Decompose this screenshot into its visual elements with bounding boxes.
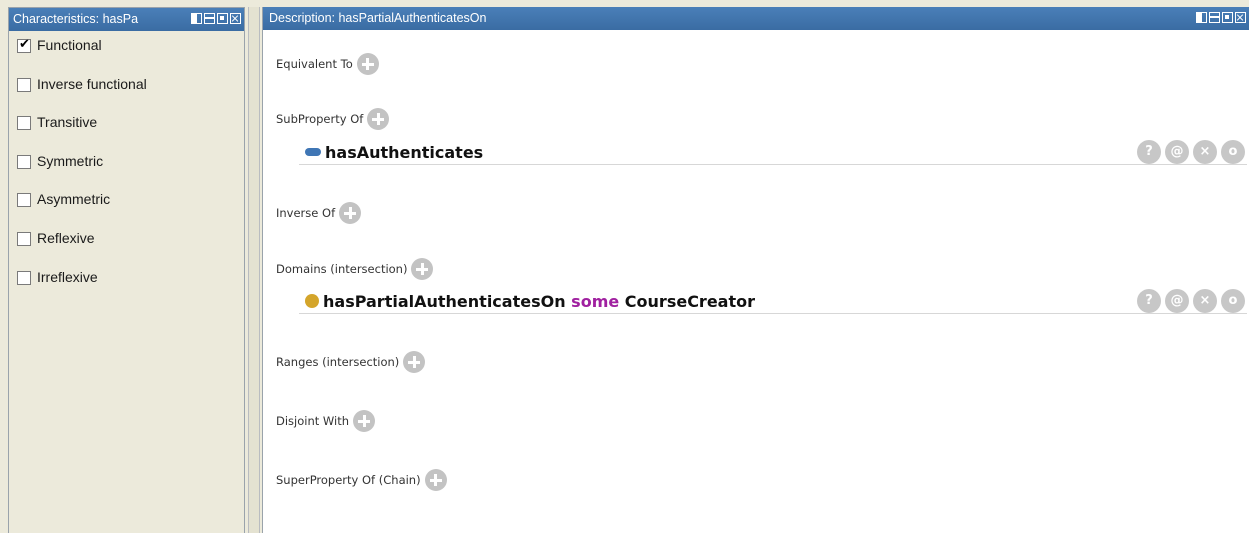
entry-text: hasAuthenticates <box>325 142 484 162</box>
annotate-button[interactable]: @ <box>1165 140 1189 164</box>
delete-button[interactable]: × <box>1193 289 1217 313</box>
section-label: SuperProperty Of (Chain) <box>276 473 421 487</box>
reflexive-checkbox[interactable] <box>17 231 31 246</box>
add-inverse-button[interactable] <box>339 202 362 224</box>
add-equivalent-button[interactable] <box>356 53 379 75</box>
entry-buttons: ? @ × o <box>1137 289 1245 313</box>
characteristics-panel: Characteristics: hasPa Functional Invers… <box>8 7 245 533</box>
explain-button[interactable]: ? <box>1137 140 1161 164</box>
characteristic-transitive[interactable]: Transitive <box>9 114 244 153</box>
description-titlebar: Description: hasPartialAuthenticatesOn <box>263 7 1249 30</box>
characteristic-label: Inverse functional <box>37 75 147 92</box>
section-domains: Domains (intersection) <box>276 258 434 280</box>
characteristics-title: Characteristics: hasPa <box>13 12 139 26</box>
annotate-button[interactable]: @ <box>1165 289 1189 313</box>
irreflexive-checkbox[interactable] <box>17 270 31 285</box>
symmetric-checkbox[interactable] <box>17 154 31 169</box>
domain-entry[interactable]: hasPartialAuthenticatesOn some CourseCre… <box>299 289 1247 314</box>
class-expression-icon <box>305 294 319 308</box>
section-disjoint-with: Disjoint With <box>276 410 376 432</box>
characteristic-label: Reflexive <box>37 229 95 246</box>
characteristic-label: Asymmetric <box>37 191 111 208</box>
section-label: Domains (intersection) <box>276 262 408 276</box>
object-property-icon <box>305 148 321 156</box>
panel-splitter[interactable] <box>248 7 260 533</box>
characteristic-label: Irreflexive <box>37 268 98 285</box>
split-horizontal-icon[interactable] <box>204 13 215 24</box>
split-horizontal-icon[interactable] <box>1209 12 1220 23</box>
characteristic-inverse-functional[interactable]: Inverse functional <box>9 76 244 115</box>
inverse-functional-checkbox[interactable] <box>17 77 31 92</box>
add-domain-button[interactable] <box>411 258 434 280</box>
add-subproperty-button[interactable] <box>367 108 390 130</box>
section-label: Inverse Of <box>276 206 336 220</box>
characteristic-label: Transitive <box>37 114 98 131</box>
section-label: SubProperty Of <box>276 112 364 126</box>
entry-buttons: ? @ × o <box>1137 140 1245 164</box>
section-subproperty-of: SubProperty Of <box>276 108 390 130</box>
add-superproperty-chain-button[interactable] <box>424 469 447 491</box>
add-disjoint-button[interactable] <box>353 410 376 432</box>
split-vertical-icon[interactable] <box>1196 12 1207 23</box>
section-ranges: Ranges (intersection) <box>276 351 426 373</box>
add-range-button[interactable] <box>403 351 426 373</box>
characteristic-reflexive[interactable]: Reflexive <box>9 230 244 269</box>
view-controls <box>1196 12 1246 23</box>
explain-button[interactable]: ? <box>1137 289 1161 313</box>
close-icon[interactable] <box>230 13 241 24</box>
edit-button[interactable]: o <box>1221 289 1245 313</box>
characteristic-asymmetric[interactable]: Asymmetric <box>9 191 244 230</box>
edit-button[interactable]: o <box>1221 140 1245 164</box>
maximize-icon[interactable] <box>1222 12 1233 23</box>
transitive-checkbox[interactable] <box>17 116 31 131</box>
domain-class: CourseCreator <box>624 291 755 311</box>
characteristic-functional[interactable]: Functional <box>9 37 244 76</box>
domain-property: hasPartialAuthenticatesOn <box>323 291 566 311</box>
characteristics-list: Functional Inverse functional Transitive… <box>9 31 244 307</box>
domain-keyword: some <box>571 291 620 311</box>
functional-checkbox[interactable] <box>17 37 31 53</box>
delete-button[interactable]: × <box>1193 140 1217 164</box>
characteristic-label: Symmetric <box>37 152 104 169</box>
section-label: Ranges (intersection) <box>276 355 400 369</box>
close-icon[interactable] <box>1235 12 1246 23</box>
section-inverse-of: Inverse Of <box>276 202 362 224</box>
description-panel: Description: hasPartialAuthenticatesOn E… <box>262 7 1249 533</box>
description-title: Description: hasPartialAuthenticatesOn <box>269 11 487 25</box>
section-label: Disjoint With <box>276 414 350 428</box>
view-controls <box>191 13 241 24</box>
section-equivalent-to: Equivalent To <box>276 53 379 75</box>
characteristic-symmetric[interactable]: Symmetric <box>9 153 244 192</box>
split-vertical-icon[interactable] <box>191 13 202 24</box>
asymmetric-checkbox[interactable] <box>17 193 31 208</box>
entry-text: hasPartialAuthenticatesOn some CourseCre… <box>323 292 755 311</box>
subproperty-entry[interactable]: hasAuthenticates ? @ × o <box>299 140 1247 165</box>
characteristic-label: Functional <box>37 37 102 53</box>
maximize-icon[interactable] <box>217 13 228 24</box>
characteristic-irreflexive[interactable]: Irreflexive <box>9 269 244 308</box>
section-label: Equivalent To <box>276 57 353 71</box>
section-superproperty-chain: SuperProperty Of (Chain) <box>276 469 447 491</box>
characteristics-titlebar: Characteristics: hasPa <box>9 8 244 31</box>
